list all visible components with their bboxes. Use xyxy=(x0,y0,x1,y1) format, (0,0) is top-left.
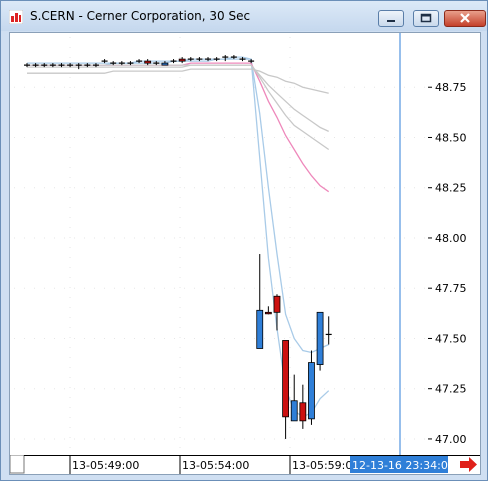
candle xyxy=(75,63,82,70)
candle-body xyxy=(290,400,298,422)
candle-body xyxy=(178,58,186,62)
close-icon xyxy=(460,13,470,23)
price-label: 48.75 xyxy=(435,81,467,94)
candle-body xyxy=(144,60,152,64)
candle-body xyxy=(256,309,264,349)
title-bar[interactable]: S.CERN - Cerner Corporation, 30 Sec xyxy=(1,1,487,31)
candle xyxy=(316,311,324,371)
time-axis: 13-05:49:00 13-05:54:00 13-05:59:00 12-1… xyxy=(10,455,480,474)
bar-chart-app-icon xyxy=(9,10,23,24)
candle-body xyxy=(273,295,281,313)
price-label: 47.75 xyxy=(435,282,467,295)
maximize-button[interactable] xyxy=(413,10,439,27)
moving-average-line xyxy=(27,64,329,132)
chart-area[interactable]: 48.75 48.50 48.25 48.00 47.75 47.50 47.25 47.00… xyxy=(9,32,481,475)
candle xyxy=(290,374,298,422)
candle xyxy=(144,59,152,66)
moving-average-line xyxy=(27,64,330,151)
candle xyxy=(170,59,177,64)
price-label: 47.50 xyxy=(435,332,467,345)
candle xyxy=(264,306,272,315)
price-label: 48.00 xyxy=(435,232,467,245)
moving-average-line xyxy=(27,62,330,193)
maximize-icon xyxy=(420,13,432,23)
price-chart[interactable]: 48.75 48.50 48.25 48.00 47.75 47.50 47.25 47.00 xyxy=(10,33,480,474)
cursor-time-label: 12-13-16 23:34:00 xyxy=(352,459,455,472)
time-label: 13-05:59:00 xyxy=(292,459,359,472)
moving-average-line xyxy=(27,56,329,354)
candle-body xyxy=(264,311,272,315)
price-label: 47.00 xyxy=(435,433,467,446)
time-label: 13-05:49:00 xyxy=(72,459,139,472)
candle xyxy=(308,350,315,425)
candle xyxy=(325,316,332,345)
candle xyxy=(299,384,307,429)
candle-body xyxy=(316,311,324,365)
price-axis: 48.75 48.50 48.25 48.00 47.75 47.50 47.25 47.00 xyxy=(428,81,467,446)
candle-body xyxy=(299,402,307,422)
chart-window: S.CERN - Cerner Corporation, 30 Sec 48.7… xyxy=(0,0,488,481)
candle xyxy=(256,254,264,349)
close-button[interactable] xyxy=(444,10,486,27)
scroll-left-box[interactable] xyxy=(10,455,25,474)
price-label: 48.50 xyxy=(435,131,467,144)
minimize-button[interactable] xyxy=(378,10,404,27)
chart-grid xyxy=(14,37,428,453)
price-label: 48.25 xyxy=(435,182,467,195)
candle-body xyxy=(308,362,315,420)
moving-average-line xyxy=(27,68,329,94)
candle-body xyxy=(282,340,290,418)
candle xyxy=(273,294,281,331)
minimize-icon xyxy=(387,20,395,22)
candle xyxy=(282,340,290,439)
time-label: 13-05:54:00 xyxy=(182,459,249,472)
window-title: S.CERN - Cerner Corporation, 30 Sec xyxy=(30,9,251,23)
candle-body xyxy=(161,62,169,66)
candle xyxy=(213,57,220,62)
price-label: 47.25 xyxy=(435,383,467,396)
